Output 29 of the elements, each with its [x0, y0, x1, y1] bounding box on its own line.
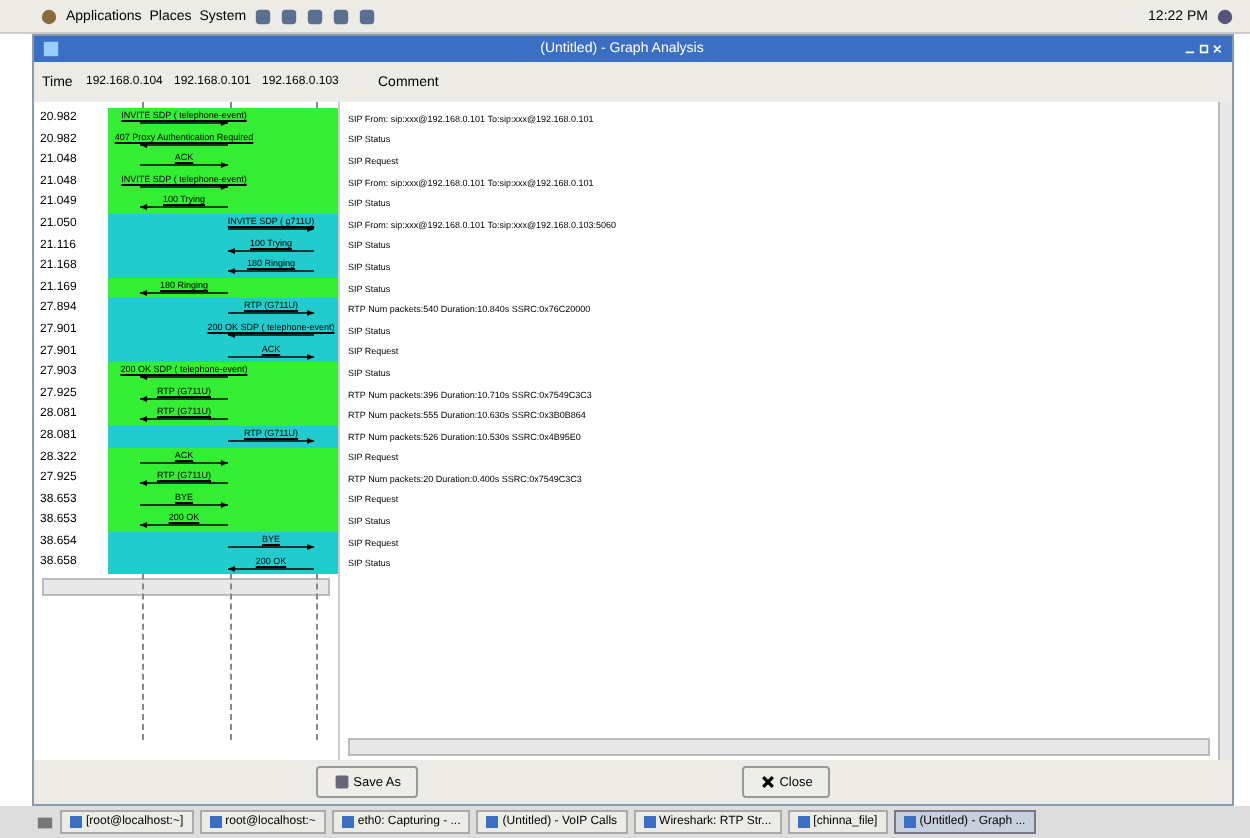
arrow: [140, 459, 228, 466]
arrow: [228, 543, 314, 550]
close-icon: [759, 774, 776, 790]
arrow: [140, 395, 228, 402]
arrow: [228, 353, 314, 360]
arrow: [140, 141, 228, 148]
window-icon: [42, 40, 60, 58]
arrow: [140, 162, 228, 169]
desktop-icon[interactable]: [36, 813, 54, 831]
arrow: [228, 565, 314, 572]
scrollbar[interactable]: [1218, 102, 1232, 760]
arrow: [228, 247, 314, 254]
arrow: [140, 480, 228, 487]
arrow: [140, 374, 228, 381]
scrollbar[interactable]: [42, 578, 330, 597]
window-controls-icon[interactable]: [1184, 42, 1224, 56]
arrow: [140, 183, 228, 190]
arrow: [140, 120, 228, 127]
arrow: [140, 522, 228, 529]
arrow: [140, 204, 228, 211]
scrollbar[interactable]: [348, 738, 1210, 756]
arrow: [228, 332, 314, 339]
arrow: [140, 289, 228, 296]
arrow: [140, 501, 228, 508]
arrow: [228, 268, 314, 275]
arrow: [228, 226, 314, 233]
arrow: [228, 438, 314, 444]
arrow: [228, 310, 314, 317]
arrow: [140, 416, 228, 423]
